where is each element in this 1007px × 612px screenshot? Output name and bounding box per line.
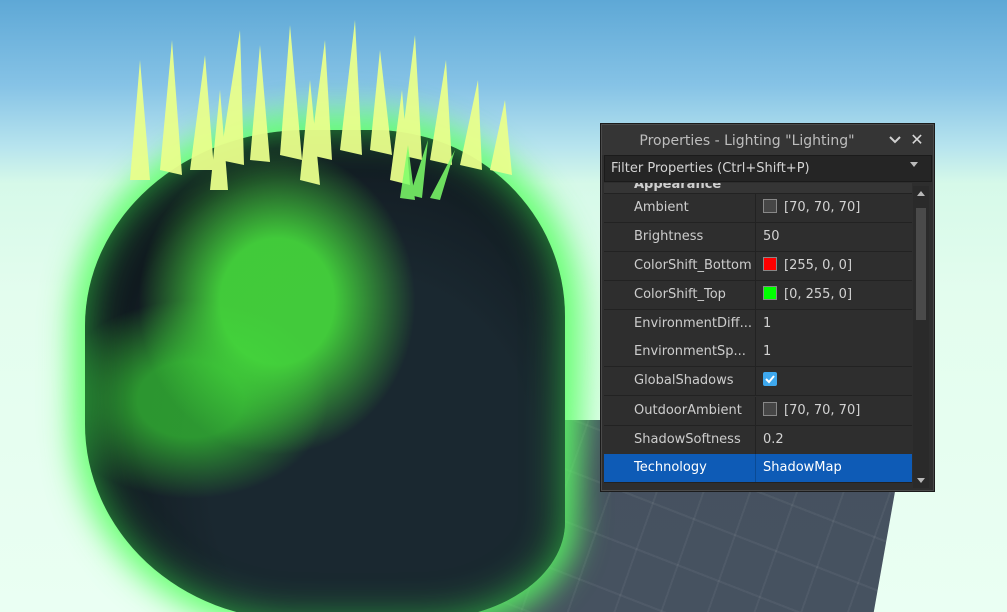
property-value[interactable]: [0, 255, 0]	[757, 281, 912, 309]
color-swatch	[763, 402, 777, 416]
property-name: GlobalShadows	[604, 367, 756, 395]
property-name: EnvironmentSp...	[604, 338, 756, 366]
property-name: Brightness	[604, 223, 756, 251]
chevron-down-icon[interactable]	[886, 131, 904, 149]
filter-input[interactable]	[605, 156, 905, 181]
value-text: [70, 70, 70]	[784, 200, 861, 215]
value-text: [0, 255, 0]	[784, 287, 853, 302]
section-label: Appearance	[634, 183, 722, 192]
property-grid: Appearance Ambient [70, 70, 70] Brightne…	[604, 183, 912, 489]
checkmark-icon	[765, 375, 775, 384]
property-row-outdoor-ambient[interactable]: OutdoorAmbient [70, 70, 70]	[604, 397, 912, 426]
color-swatch	[763, 286, 777, 300]
color-swatch	[763, 257, 777, 271]
property-value[interactable]: 0.2	[757, 426, 912, 454]
panel-titlebar[interactable]: Properties - Lighting "Lighting" ✕	[602, 125, 933, 155]
property-name: Ambient	[604, 194, 756, 222]
vertical-scrollbar[interactable]	[913, 186, 929, 488]
property-name: ColorShift_Top	[604, 281, 756, 309]
panel-title: Properties - Lighting "Lighting"	[639, 133, 855, 149]
property-row-technology[interactable]: Technology ShadowMap	[604, 454, 912, 483]
property-value[interactable]: [70, 70, 70]	[757, 397, 912, 425]
scroll-down-icon[interactable]	[917, 478, 925, 483]
checkbox[interactable]	[763, 372, 777, 386]
scroll-thumb[interactable]	[916, 208, 926, 320]
dropdown-arrow-icon[interactable]	[910, 162, 918, 167]
property-value[interactable]: 50	[757, 223, 912, 251]
mossy-rock-model[interactable]	[85, 130, 565, 612]
close-icon[interactable]: ✕	[907, 130, 927, 150]
value-text: [255, 0, 0]	[784, 258, 853, 273]
property-value[interactable]: 1	[757, 310, 912, 338]
property-name: EnvironmentDiff...	[604, 310, 756, 338]
property-value[interactable]	[757, 367, 912, 395]
properties-panel: Properties - Lighting "Lighting" ✕ Appea…	[600, 123, 935, 492]
color-swatch	[763, 199, 777, 213]
property-name: OutdoorAmbient	[604, 397, 756, 425]
property-name: ShadowSoftness	[604, 426, 756, 454]
section-header-appearance[interactable]: Appearance	[604, 183, 912, 194]
property-row-brightness[interactable]: Brightness 50	[604, 223, 912, 252]
property-row-environment-diffuse[interactable]: EnvironmentDiff... 1	[604, 310, 912, 339]
value-text: [70, 70, 70]	[784, 403, 861, 418]
property-value[interactable]: [255, 0, 0]	[757, 252, 912, 280]
property-row-environment-specular[interactable]: EnvironmentSp... 1	[604, 338, 912, 367]
property-value[interactable]: ShadowMap	[757, 454, 912, 482]
scroll-up-icon[interactable]	[917, 191, 925, 196]
property-row-colorshift-top[interactable]: ColorShift_Top [0, 255, 0]	[604, 281, 912, 310]
property-value[interactable]: 1	[757, 338, 912, 366]
property-row-colorshift-bottom[interactable]: ColorShift_Bottom [255, 0, 0]	[604, 252, 912, 281]
property-row-shadow-softness[interactable]: ShadowSoftness 0.2	[604, 426, 912, 455]
property-row-global-shadows[interactable]: GlobalShadows	[604, 367, 912, 396]
filter-properties-field[interactable]	[604, 155, 932, 182]
property-value[interactable]: [70, 70, 70]	[757, 194, 912, 222]
property-name: Technology	[604, 454, 756, 482]
property-row-ambient[interactable]: Ambient [70, 70, 70]	[604, 194, 912, 223]
property-name: ColorShift_Bottom	[604, 252, 756, 280]
glowing-grass	[130, 20, 512, 200]
